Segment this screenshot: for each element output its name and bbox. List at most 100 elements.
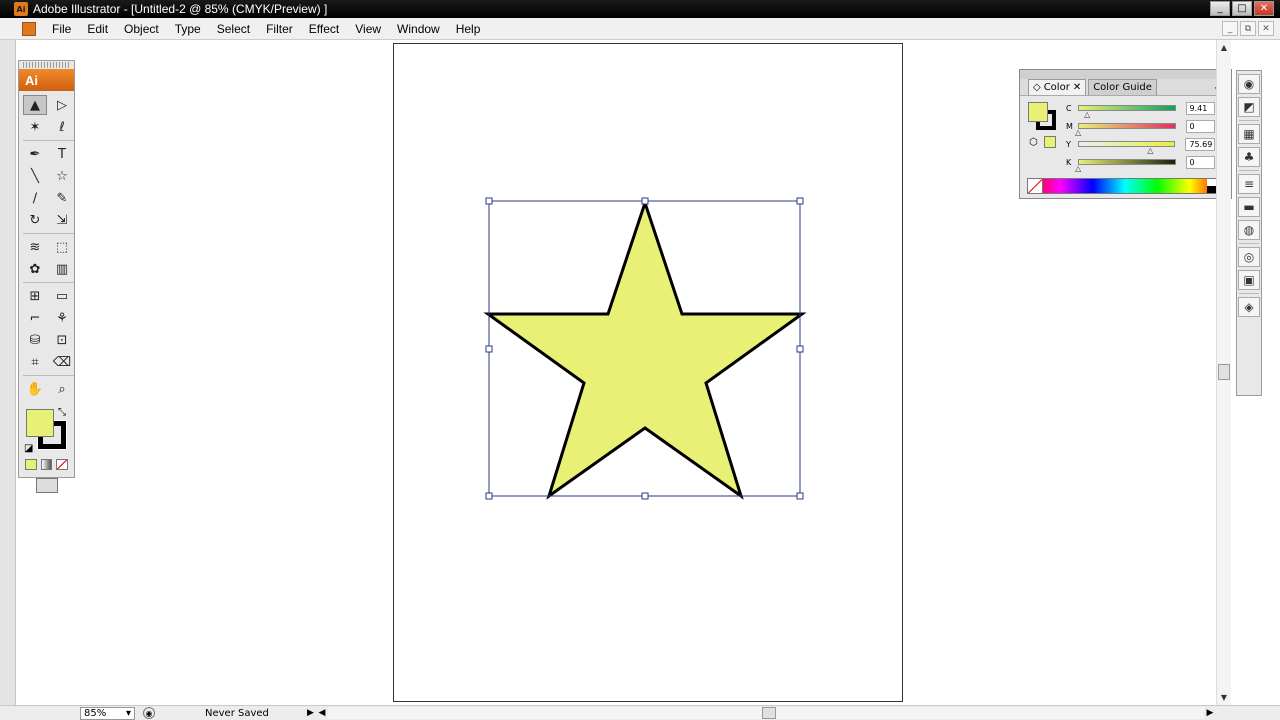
live-paint-selection-tool[interactable]: ⊡	[50, 330, 74, 350]
symbol-sprayer-tool[interactable]: ✿	[23, 259, 47, 279]
gradient-tool[interactable]: ▭	[50, 286, 74, 306]
dock-separator	[1239, 117, 1259, 121]
symbols-dock-icon[interactable]: ♣	[1238, 147, 1260, 167]
live-paint-bucket-tool[interactable]: ⛁	[23, 330, 47, 350]
pen-tool[interactable]: ✒	[23, 144, 47, 164]
zoom-level-field[interactable]: 85% ▾	[80, 706, 135, 720]
screen-mode-button[interactable]	[36, 478, 58, 493]
selection-handle[interactable]	[485, 492, 493, 500]
type-tool-icon: T	[58, 146, 66, 162]
horizontal-scroll-track[interactable]	[328, 707, 1204, 719]
dock-separator	[1239, 290, 1259, 294]
selection-handle[interactable]	[641, 492, 649, 500]
stroke-dock-icon[interactable]: ≡	[1238, 174, 1260, 194]
tab-close-icon[interactable]: ✕	[1073, 82, 1081, 93]
none-mode-button[interactable]	[56, 459, 69, 470]
transparency-dock-icon[interactable]: ◍	[1238, 220, 1260, 240]
blend-tool[interactable]: ⚘	[50, 308, 74, 328]
magic-wand-tool[interactable]: ✶	[23, 117, 47, 137]
panel-fill-swatch[interactable]	[1028, 102, 1048, 122]
selection-handle[interactable]	[796, 197, 804, 205]
default-fill-stroke-icon[interactable]: ◪	[24, 443, 33, 454]
slider-track-m[interactable]: △	[1075, 123, 1176, 137]
graphic-styles-dock-icon[interactable]: ▣	[1238, 270, 1260, 290]
horizontal-scrollbar[interactable]: ◀ ▶	[316, 706, 1216, 720]
vertical-scrollbar[interactable]: ▲ ▼	[1216, 40, 1231, 705]
star-tool-icon: ☆	[56, 168, 68, 184]
eraser-tool-icon: ⌫	[52, 354, 72, 370]
pencil-tool[interactable]: ✎	[50, 188, 74, 208]
warp-tool[interactable]: ≋	[23, 237, 47, 257]
scale-tool[interactable]: ⇲	[50, 210, 74, 230]
hand-tool[interactable]: ✋	[23, 379, 47, 399]
slider-thumb-icon[interactable]: △	[1075, 165, 1081, 173]
chevron-down-icon[interactable]: ▾	[126, 708, 131, 719]
right-panel-dock: ◉ ◩ ▦ ♣ ≡ ▬ ◍ ◎ ▣ ◈	[1236, 70, 1262, 396]
zoom-tool[interactable]: ⌕	[50, 379, 74, 399]
free-transform-tool[interactable]: ⬚	[50, 237, 74, 257]
panel-collapse-bar[interactable]: ▸▸	[1020, 70, 1231, 79]
vertical-scroll-thumb[interactable]	[1218, 364, 1230, 380]
eyedropper-tool[interactable]: ⌐	[23, 308, 47, 328]
slider-value-m[interactable]: 0	[1185, 119, 1216, 133]
panel-tabs: ◇ Color ✕ Color Guide ▾≡	[1020, 79, 1231, 96]
slider-track-y[interactable]: △	[1077, 141, 1176, 155]
direct-selection-tool[interactable]: ▷	[50, 95, 74, 115]
scroll-left-icon[interactable]: ◀	[316, 708, 328, 718]
color-spectrum[interactable]	[1027, 178, 1223, 194]
column-graph-tool[interactable]: ▥	[50, 259, 74, 279]
panel-grip[interactable]	[23, 62, 70, 68]
selection-handle[interactable]	[485, 197, 493, 205]
swatches-dock-icon[interactable]: ▦	[1238, 124, 1260, 144]
lasso-tool[interactable]: ℓ	[50, 117, 74, 137]
color-panel-body: ⬡ C△9.41%M△0%Y△75.69%K△0%	[1020, 96, 1231, 198]
gradient-mode-button[interactable]	[40, 459, 53, 470]
scroll-down-icon[interactable]: ▼	[1217, 690, 1231, 705]
eraser-tool[interactable]: ⌫	[50, 352, 74, 372]
swap-fill-stroke-icon[interactable]: ⤡	[58, 407, 66, 418]
slider-value-y[interactable]: 75.69	[1185, 137, 1216, 151]
rotate-tool[interactable]: ↻	[23, 210, 47, 230]
layers-dock-icon[interactable]: ◈	[1238, 297, 1260, 317]
crop-area-tool[interactable]: ⌗	[23, 352, 47, 372]
scroll-right-icon[interactable]: ▶	[1204, 708, 1216, 718]
out-of-gamut-swatch[interactable]	[1044, 136, 1056, 148]
zoom-level-value: 85%	[84, 707, 107, 719]
line-segment-tool-icon: ╲	[31, 168, 39, 184]
out-of-gamut-icon[interactable]: ⬡	[1029, 137, 1038, 148]
color-mode-button[interactable]	[25, 459, 37, 470]
slider-value-c[interactable]: 9.41	[1185, 101, 1216, 115]
tab-color[interactable]: ◇ Color ✕	[1028, 79, 1087, 95]
pen-tool-icon: ✒	[29, 146, 41, 162]
star-shape[interactable]	[483, 198, 807, 500]
slider-value-k[interactable]: 0	[1185, 155, 1216, 169]
line-segment-tool[interactable]: ╲	[23, 166, 47, 186]
selection-handle[interactable]	[796, 345, 804, 353]
selection-tool[interactable]: ▲	[23, 95, 47, 115]
scroll-up-icon[interactable]: ▲	[1217, 40, 1231, 55]
live-paint-selection-tool-icon: ⊡	[56, 332, 68, 348]
selection-handle[interactable]	[485, 345, 493, 353]
slider-track-k[interactable]: △	[1075, 159, 1176, 173]
gradient-dock-icon[interactable]: ▬	[1238, 197, 1260, 217]
star-tool[interactable]: ☆	[50, 166, 74, 186]
slider-row-k: K△0%	[1066, 154, 1230, 173]
selection-handle[interactable]	[796, 492, 804, 500]
mesh-tool[interactable]: ⊞	[23, 286, 47, 306]
color-panel-dock-icon[interactable]: ◉	[1238, 74, 1260, 94]
horizontal-scroll-thumb[interactable]	[762, 707, 776, 719]
fill-swatch[interactable]	[26, 409, 54, 437]
tab-color-guide[interactable]: Color Guide	[1088, 79, 1157, 95]
tools-panel: Ai ▲ ▷ ✶ ℓ ✒ T ╲ ☆ ∕ ✎ ↻ ⇲ ≋ ⬚ ✿ ▥ ⊞ ▭ ⌐ ⚘ ⛁ ⊡ ⌗ ⌫ ✋ ⌕ ⤡ ◪	[18, 60, 75, 493]
paintbrush-tool[interactable]: ∕	[23, 188, 47, 208]
appearance-dock-icon[interactable]: ◎	[1238, 247, 1260, 267]
direct-selection-tool-icon: ▷	[57, 97, 67, 113]
type-tool[interactable]: T	[50, 144, 74, 164]
color-guide-dock-icon[interactable]: ◩	[1238, 97, 1260, 117]
status-menu-icon[interactable]: ◉	[143, 707, 155, 719]
none-color-swatch[interactable]	[1028, 179, 1043, 193]
selection-handle[interactable]	[641, 197, 649, 205]
status-menu-arrow-icon[interactable]: ▶	[307, 708, 314, 718]
slider-track-c[interactable]: △	[1077, 105, 1176, 119]
tool-separator	[23, 375, 74, 376]
